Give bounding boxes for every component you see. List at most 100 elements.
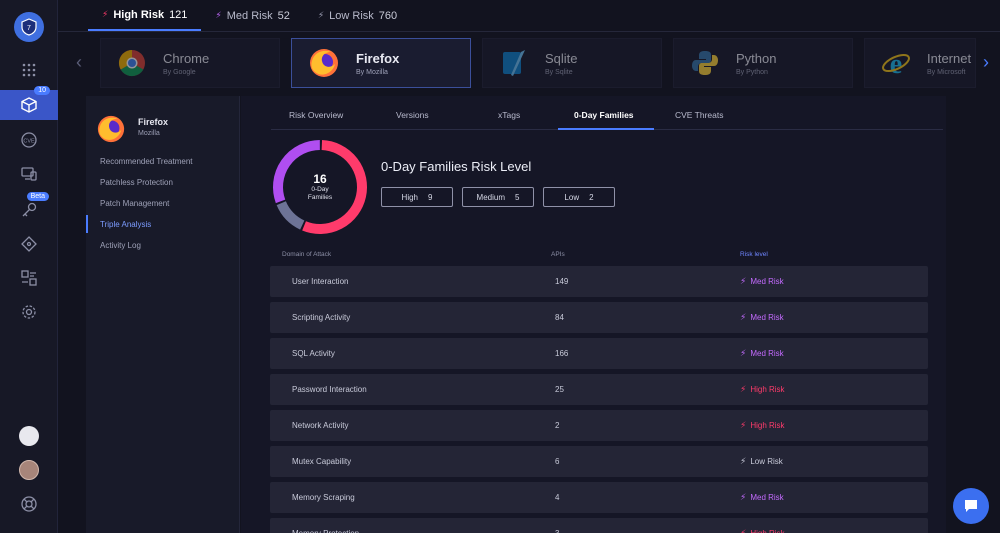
svg-text:e: e bbox=[890, 49, 902, 78]
app-card-internet-explorer[interactable]: e Internet By Microsoft bbox=[864, 38, 976, 88]
tab-xtags[interactable]: xTags bbox=[498, 110, 520, 120]
side-item-patch-management[interactable]: Patch Management bbox=[100, 199, 169, 208]
bolt-icon: ⚡ bbox=[740, 384, 747, 394]
bolt-icon: ⚡ bbox=[740, 420, 747, 430]
user-avatar[interactable] bbox=[17, 458, 41, 482]
app-name: Chrome bbox=[163, 50, 210, 66]
app-card-python[interactable]: Python By Python bbox=[673, 38, 853, 88]
chat-bubble-icon bbox=[965, 500, 977, 512]
side-item-triple-analysis[interactable]: Triple Analysis bbox=[100, 220, 151, 229]
tab-cve-threats[interactable]: CVE Threats bbox=[675, 110, 724, 120]
pill-label: Low bbox=[564, 192, 580, 202]
donut-center: 16 0-Day Families bbox=[271, 138, 369, 236]
risk-label: Low Risk bbox=[750, 457, 783, 466]
table-row[interactable]: User Interaction 149 ⚡ Med Risk bbox=[270, 266, 928, 297]
table-row[interactable]: Memory Protection 3 ⚡High Risk bbox=[270, 518, 928, 533]
app-side-panel: Firefox Mozilla Recommended Treatment Pa… bbox=[86, 96, 240, 533]
table-row[interactable]: Password Interaction 25 ⚡ High Risk bbox=[270, 374, 928, 405]
app-carousel: ‹ Chrome By Google Firefox By Mozilla Sqli… bbox=[70, 36, 1000, 90]
column-header-apis[interactable]: APIs bbox=[551, 251, 565, 258]
app-root: 7 10 CVE Beta ⚡ High Risk 121 ⚡ Med Risk… bbox=[0, 0, 1000, 533]
svg-text:CVE: CVE bbox=[23, 139, 35, 145]
domain-cell: Password Interaction bbox=[292, 385, 367, 394]
settings-gear-icon[interactable] bbox=[17, 300, 41, 324]
bolt-icon: ⚡ bbox=[317, 10, 325, 20]
key-icon[interactable]: Beta bbox=[17, 192, 49, 222]
apps-cube-icon[interactable]: 10 bbox=[0, 86, 58, 120]
tab-risk-overview[interactable]: Risk Overview bbox=[289, 110, 343, 120]
table-row[interactable]: Scripting Activity 84 ⚡ Med Risk bbox=[270, 302, 928, 333]
chrome-icon bbox=[118, 49, 145, 77]
app-name: Python bbox=[736, 50, 777, 66]
app-card-firefox[interactable]: Firefox By Mozilla bbox=[291, 38, 471, 88]
risk-label: Med Risk bbox=[750, 349, 784, 358]
bolt-icon: ⚡ bbox=[740, 348, 747, 358]
risk-cell: ⚡ Low Risk bbox=[740, 456, 783, 467]
column-header-risk-level[interactable]: Risk level bbox=[740, 251, 768, 258]
divider bbox=[58, 31, 1000, 32]
column-header-domain[interactable]: Domain of Attack bbox=[282, 251, 331, 258]
side-panel-subtitle: Mozilla bbox=[138, 130, 160, 137]
bolt-icon: ⚡ bbox=[740, 528, 747, 533]
bolt-icon: ⚡ bbox=[740, 456, 747, 466]
apps-count-badge: 10 bbox=[34, 86, 50, 95]
cve-icon[interactable]: CVE bbox=[17, 128, 41, 152]
bolt-icon: ⚡ bbox=[215, 10, 222, 20]
python-icon bbox=[692, 51, 718, 75]
app-name: Sqlite bbox=[545, 50, 578, 66]
app-vendor: By Google bbox=[163, 68, 196, 76]
sqlite-icon bbox=[503, 50, 525, 76]
table-row[interactable]: Mutex Capability 6 ⚡ Low Risk bbox=[270, 446, 928, 477]
domain-cell: Memory Protection bbox=[292, 529, 359, 533]
tab-0-day-families[interactable]: 0-Day Families bbox=[574, 110, 634, 120]
table-row[interactable]: Memory Scraping 4 ⚡ Med Risk bbox=[270, 482, 928, 513]
side-item-patchless-protection[interactable]: Patchless Protection bbox=[100, 178, 173, 187]
tab-med-risk[interactable]: ⚡ Med Risk 52 bbox=[201, 0, 303, 31]
apis-cell: 166 bbox=[555, 349, 569, 358]
chevron-right-icon[interactable]: › bbox=[983, 52, 989, 73]
apis-cell: 25 bbox=[555, 385, 564, 394]
devices-icon[interactable] bbox=[17, 162, 41, 186]
pill-label: Medium bbox=[476, 192, 505, 202]
risk-label: High Risk bbox=[750, 385, 785, 394]
tab-versions[interactable]: Versions bbox=[396, 110, 429, 120]
risk-label: High Risk bbox=[750, 421, 785, 430]
shield-logo-icon[interactable]: 7 bbox=[14, 12, 44, 42]
app-vendor: By Mozilla bbox=[356, 68, 388, 76]
app-vendor: By Microsoft bbox=[927, 68, 966, 76]
tab-high-risk[interactable]: ⚡ High Risk 121 bbox=[88, 0, 202, 31]
table-row[interactable]: Network Activity 2 ⚡ High Risk bbox=[270, 410, 928, 441]
side-item-recommended-treatment[interactable]: Recommended Treatment bbox=[100, 157, 193, 166]
table-row[interactable]: SQL Activity 166 ⚡ Med Risk bbox=[270, 338, 928, 369]
risk-label: Med Risk bbox=[750, 313, 784, 322]
tab-count: 760 bbox=[378, 9, 398, 22]
pill-value: 2 bbox=[589, 192, 594, 202]
chevron-left-icon[interactable]: ‹ bbox=[76, 52, 82, 73]
reports-icon[interactable] bbox=[17, 266, 41, 290]
firefox-icon bbox=[97, 115, 125, 143]
apis-cell: 4 bbox=[555, 493, 560, 502]
bolt-icon: ⚡ bbox=[740, 492, 747, 502]
app-card-sqlite[interactable]: Sqlite By Sqlite bbox=[482, 38, 662, 88]
app-vendor: By Python bbox=[736, 68, 768, 76]
domain-cell: Mutex Capability bbox=[292, 457, 352, 466]
app-card-chrome[interactable]: Chrome By Google bbox=[100, 38, 280, 88]
chat-button[interactable] bbox=[953, 488, 989, 524]
risk-cell: ⚡High Risk bbox=[740, 528, 785, 533]
apis-cell: 2 bbox=[555, 421, 560, 430]
risk-cell: ⚡ Med Risk bbox=[740, 492, 784, 503]
grid-icon[interactable] bbox=[17, 58, 41, 82]
app-name: Internet bbox=[927, 50, 972, 66]
content-tabs: Risk Overview Versions xTags 0-Day Famil… bbox=[271, 104, 943, 130]
side-item-activity-log[interactable]: Activity Log bbox=[100, 241, 141, 250]
tab-label: Low Risk bbox=[329, 9, 374, 22]
tab-label: Med Risk bbox=[226, 9, 273, 22]
tab-low-risk[interactable]: ⚡ Low Risk 760 bbox=[304, 0, 411, 31]
organization-logo-icon[interactable] bbox=[17, 424, 41, 448]
risk-tabs: ⚡ High Risk 121 ⚡ Med Risk 52 ⚡ Low Risk… bbox=[88, 0, 411, 31]
domain-cell: Network Activity bbox=[292, 421, 349, 430]
help-lifebuoy-icon[interactable] bbox=[17, 492, 41, 516]
risk-cell: ⚡High Risk bbox=[740, 384, 785, 395]
diamond-icon[interactable] bbox=[17, 232, 41, 256]
high-count-pill: High 9 bbox=[381, 187, 453, 207]
